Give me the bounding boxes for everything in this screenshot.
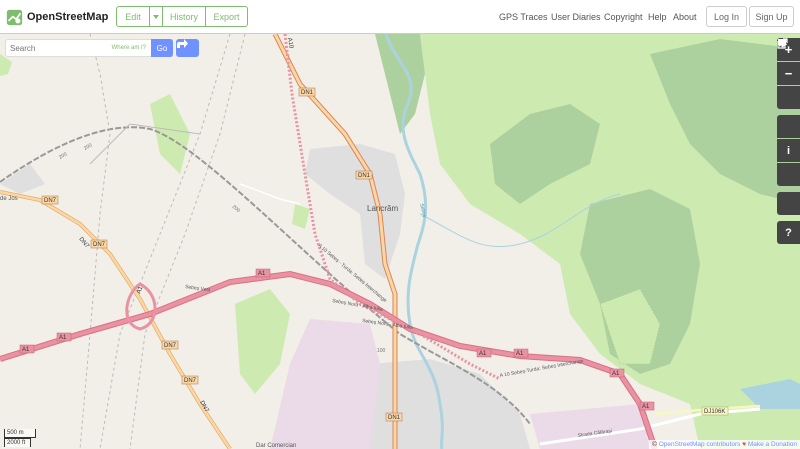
label-a1-1: A1 [22,347,30,353]
signup-button[interactable]: Sign Up [749,6,794,27]
brand-name: OpenStreetMap [27,11,109,23]
donate-link[interactable]: Make a Donation [748,441,797,448]
label-a1-4: A1 [258,271,266,277]
directions-button[interactable] [176,39,199,57]
search-go-button[interactable]: Go [151,39,173,57]
label-lancram: Lancrăm [367,204,398,213]
nav-about[interactable]: About [673,12,697,22]
question-icon: ? [785,226,792,239]
scale-bar: 500 m 2000 ft [4,429,36,447]
minus-icon: − [784,66,793,81]
zoom-out-button[interactable]: − [777,62,800,85]
label-dn7-3: DN7 [93,242,106,248]
top-header: OpenStreetMap Edit History Export GPS Tr… [0,0,800,34]
label-dj106k: DJ106K [704,409,725,415]
edit-dropdown-caret[interactable] [150,7,163,26]
label-a1-7: A1 [612,371,620,377]
heart-icon: ♥ [742,441,747,448]
osm-contributors-link[interactable]: OpenStreetMap contributors [659,441,741,448]
label-a1-8: A1 [642,404,650,410]
search-box: Where am I? [5,39,173,57]
label-dn7-4: DN7 [164,343,177,349]
directions-icon [177,39,188,48]
info-icon: i [786,144,791,157]
layers-button[interactable] [777,39,800,138]
nav-help[interactable]: Help [648,12,667,22]
map-controls: + − i ? [777,38,800,250]
caret-down-icon [153,14,159,19]
note-icon [778,39,786,47]
where-am-i-link[interactable]: Where am I? [112,45,146,51]
brand-logo[interactable]: OpenStreetMap [6,7,108,27]
label-a1-6: A1 [516,351,524,357]
nav-copyright[interactable]: Copyright [604,12,643,22]
copyright-symbol: © [652,441,657,448]
nav-user-diaries[interactable]: User Diaries [551,12,601,22]
export-button[interactable]: Export [206,7,247,26]
history-button[interactable]: History [163,7,206,26]
nav-gps-traces[interactable]: GPS Traces [499,12,548,22]
scale-imperial: 2000 ft [4,438,31,447]
label-dn1-bottom: DN1 [388,415,401,421]
edit-button[interactable]: Edit [117,7,150,26]
label-100: 100 [377,348,386,354]
label-de-jos: de Jos [0,196,18,202]
label-dn1-top: DN1 [301,90,314,96]
locate-button[interactable] [777,38,800,109]
query-features-button[interactable]: ? [777,221,800,244]
label-dn1-mid: DN1 [358,173,371,179]
label-a1-5: A1 [479,351,487,357]
map-view[interactable]: DN1 DN1 DN1 DN7 DN7 DN7 DN7 DN7 DN7 A1 A… [0,34,800,449]
label-a1-2: A1 [59,335,67,341]
share-button[interactable] [777,38,800,186]
map-canvas[interactable]: DN1 DN1 DN1 DN7 DN7 DN7 DN7 DN7 DN7 A1 A… [0,34,800,449]
scale-metric: 500 m [4,429,36,438]
label-dn7-5: DN7 [184,378,197,384]
login-button[interactable]: Log In [706,6,747,27]
edit-button-group: Edit History Export [116,6,248,27]
osm-logo-icon [6,9,23,25]
attribution: © OpenStreetMap contributors ♥ Make a Do… [649,440,800,449]
map-key-button[interactable]: i [777,139,800,162]
add-note-button[interactable] [777,39,800,215]
label-bottom-place: Dar Comercian [256,443,296,449]
label-dn7-1: DN7 [44,198,57,204]
